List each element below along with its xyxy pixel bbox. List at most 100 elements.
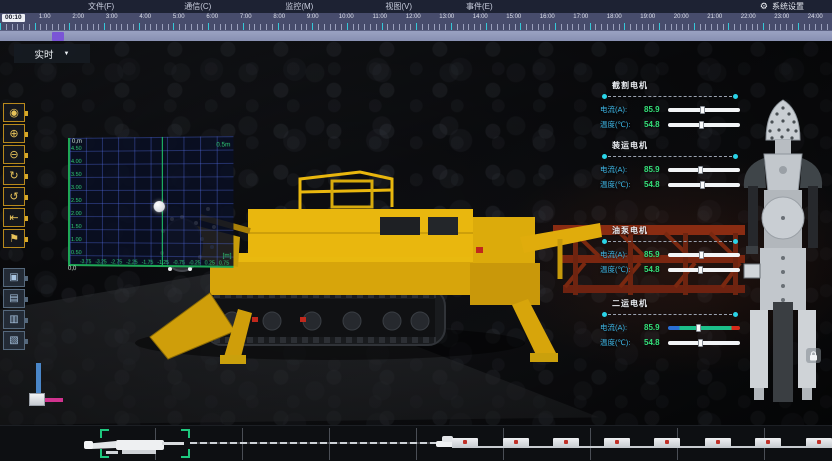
hour-label: 10:00 — [330, 13, 364, 21]
zoom-in-icon[interactable]: ⊕ — [3, 124, 25, 143]
hour-label: 17:00 — [564, 13, 598, 21]
reset-view-icon[interactable]: ◉ — [3, 103, 25, 122]
conveyor-segment[interactable] — [604, 438, 630, 447]
lock-button[interactable] — [806, 348, 821, 363]
view-cube-side-icon[interactable]: ▥ — [3, 310, 25, 329]
metric-bar-thumb[interactable] — [696, 324, 701, 332]
grid-x-tick: -1.75 — [142, 260, 154, 266]
view-cube-top-icon[interactable]: ▣ — [3, 268, 25, 287]
conveyor-segment[interactable] — [452, 438, 478, 447]
viewport-toolbar: ◉ ⊕ ⊖ ↻ ↺ ⇤ ⚑ ▣ ▤ ▥ ▧ — [3, 103, 25, 350]
belt-conveyor — [452, 438, 832, 447]
metric-value: 85.9 — [644, 323, 668, 332]
trailing-cable — [190, 442, 442, 444]
metric-bar[interactable] — [668, 123, 740, 127]
metric-bar-thumb[interactable] — [698, 266, 703, 274]
slider-dot-left-icon[interactable] — [602, 312, 607, 317]
metric-value: 85.9 — [644, 165, 668, 174]
conveyor-marker-icon — [463, 440, 467, 444]
metric-bar[interactable] — [668, 108, 740, 112]
nav-tool-group: ◉ ⊕ ⊖ ↻ ↺ ⇤ ⚑ — [3, 103, 25, 248]
conveyor-segment[interactable] — [654, 438, 680, 447]
rotate-cw-icon[interactable]: ↻ — [3, 166, 25, 185]
conveyor-segment[interactable] — [553, 438, 579, 447]
metric-bar[interactable] — [668, 341, 740, 345]
pan-icon[interactable]: ⇤ — [3, 208, 25, 227]
menu-item[interactable]: 文件(F) — [82, 0, 120, 13]
timeline-scrollbar[interactable] — [0, 30, 832, 41]
hour-label: 8:00 — [263, 13, 297, 21]
view-cube-iso-icon[interactable]: ▧ — [3, 331, 25, 350]
motor-rows: 电流(A): 85.9 温度(℃): 54.8 — [600, 320, 740, 350]
conveyor-marker-icon — [514, 440, 518, 444]
grid-x-tick: -2.75 — [111, 259, 123, 265]
slider-track — [608, 241, 732, 242]
selection-brackets — [100, 429, 190, 458]
slider-dot-right-icon[interactable] — [733, 312, 738, 317]
slider-dot-left-icon[interactable] — [602, 94, 607, 99]
rotate-ccw-icon[interactable]: ↺ — [3, 187, 25, 206]
motor-row: 温度(℃): 54.8 — [600, 335, 740, 350]
motor-range-slider[interactable] — [602, 152, 738, 161]
conveyor-segment[interactable] — [806, 438, 832, 447]
flag-marker-icon[interactable]: ⚑ — [3, 229, 25, 248]
grid-y-tick: 0.50 — [71, 250, 82, 256]
motor-row: 电流(A): 85.9 — [600, 102, 740, 117]
timeline-ruler[interactable]: 00:10 1:002:003:004:005:006:007:008:009:… — [0, 13, 832, 30]
hour-label: 22:00 — [732, 13, 766, 21]
metric-value: 54.8 — [644, 265, 668, 274]
menu-item[interactable]: 事件(E) — [460, 0, 499, 13]
grid-y-tick: 2.00 — [71, 211, 82, 217]
metric-bar-thumb[interactable] — [698, 166, 703, 174]
motor-title: 装运电机 — [600, 140, 740, 151]
slider-dot-right-icon[interactable] — [733, 239, 738, 244]
slider-dot-left-icon[interactable] — [602, 154, 607, 159]
grid-x-tick: -1.25 — [157, 260, 169, 266]
metric-bar[interactable] — [668, 253, 740, 257]
motor-title: 二运电机 — [600, 298, 740, 309]
metric-bar[interactable] — [668, 183, 740, 187]
metric-bar[interactable] — [668, 326, 740, 330]
conveyor-segment[interactable] — [503, 438, 529, 447]
metric-bar[interactable] — [668, 168, 740, 172]
metric-bar-thumb[interactable] — [700, 106, 705, 114]
menu-item[interactable]: 通信(C) — [178, 0, 217, 13]
timeline-scrubber[interactable] — [52, 32, 64, 41]
grid-y-tick: 4.00 — [71, 159, 82, 165]
equipment-timeline-strip[interactable] — [0, 425, 832, 461]
motor-row: 电流(A): 85.9 — [600, 247, 740, 262]
zoom-out-icon[interactable]: ⊖ — [3, 145, 25, 164]
metric-label: 温度(℃): — [600, 337, 644, 348]
metric-bar-thumb[interactable] — [699, 251, 704, 259]
slider-dot-right-icon[interactable] — [733, 94, 738, 99]
live-mode-dropdown[interactable]: 实时 ▼ — [14, 44, 90, 63]
menu-item[interactable]: 视图(V) — [379, 0, 418, 13]
system-settings-button[interactable]: ⚙ 系统设置 — [760, 0, 804, 13]
motor-range-slider[interactable] — [602, 237, 738, 246]
metric-bar-thumb[interactable] — [698, 339, 703, 347]
metric-bar-thumb[interactable] — [700, 181, 705, 189]
origin-cube-icon — [29, 393, 45, 406]
cutting-section-grid-panel[interactable]: 4.504.003.503.002.502.001.501.000.50 -3.… — [68, 136, 233, 268]
metric-label: 温度(℃): — [600, 119, 644, 130]
view-cube-front-icon[interactable]: ▤ — [3, 289, 25, 308]
conveyor-segment[interactable] — [705, 438, 731, 447]
motor-range-slider[interactable] — [602, 310, 738, 319]
metric-label: 电流(A): — [600, 322, 644, 333]
grid-x-tick: 0.75 — [219, 261, 229, 267]
x-axis-icon — [45, 398, 63, 402]
hour-label: 20:00 — [665, 13, 699, 21]
hour-label: 9:00 — [296, 13, 330, 21]
metric-bar[interactable] — [668, 268, 740, 272]
slider-dot-right-icon[interactable] — [733, 154, 738, 159]
metric-bar-thumb[interactable] — [699, 121, 704, 129]
menu-item[interactable]: 监控(M) — [279, 0, 319, 13]
metric-label: 电流(A): — [600, 249, 644, 260]
motor-range-slider[interactable] — [602, 92, 738, 101]
3d-viewport[interactable]: 实时 ▼ ◉ ⊕ ⊖ ↻ ↺ ⇤ ⚑ ▣ ▤ ▥ ▧ 4.504.003.503.002.502.… — [0, 41, 832, 425]
slider-dot-left-icon[interactable] — [602, 239, 607, 244]
motor-panel: 二运电机 电流(A): 85.9 — [600, 298, 740, 350]
chevron-down-icon: ▼ — [64, 51, 70, 57]
slider-track — [608, 96, 732, 97]
conveyor-segment[interactable] — [755, 438, 781, 447]
